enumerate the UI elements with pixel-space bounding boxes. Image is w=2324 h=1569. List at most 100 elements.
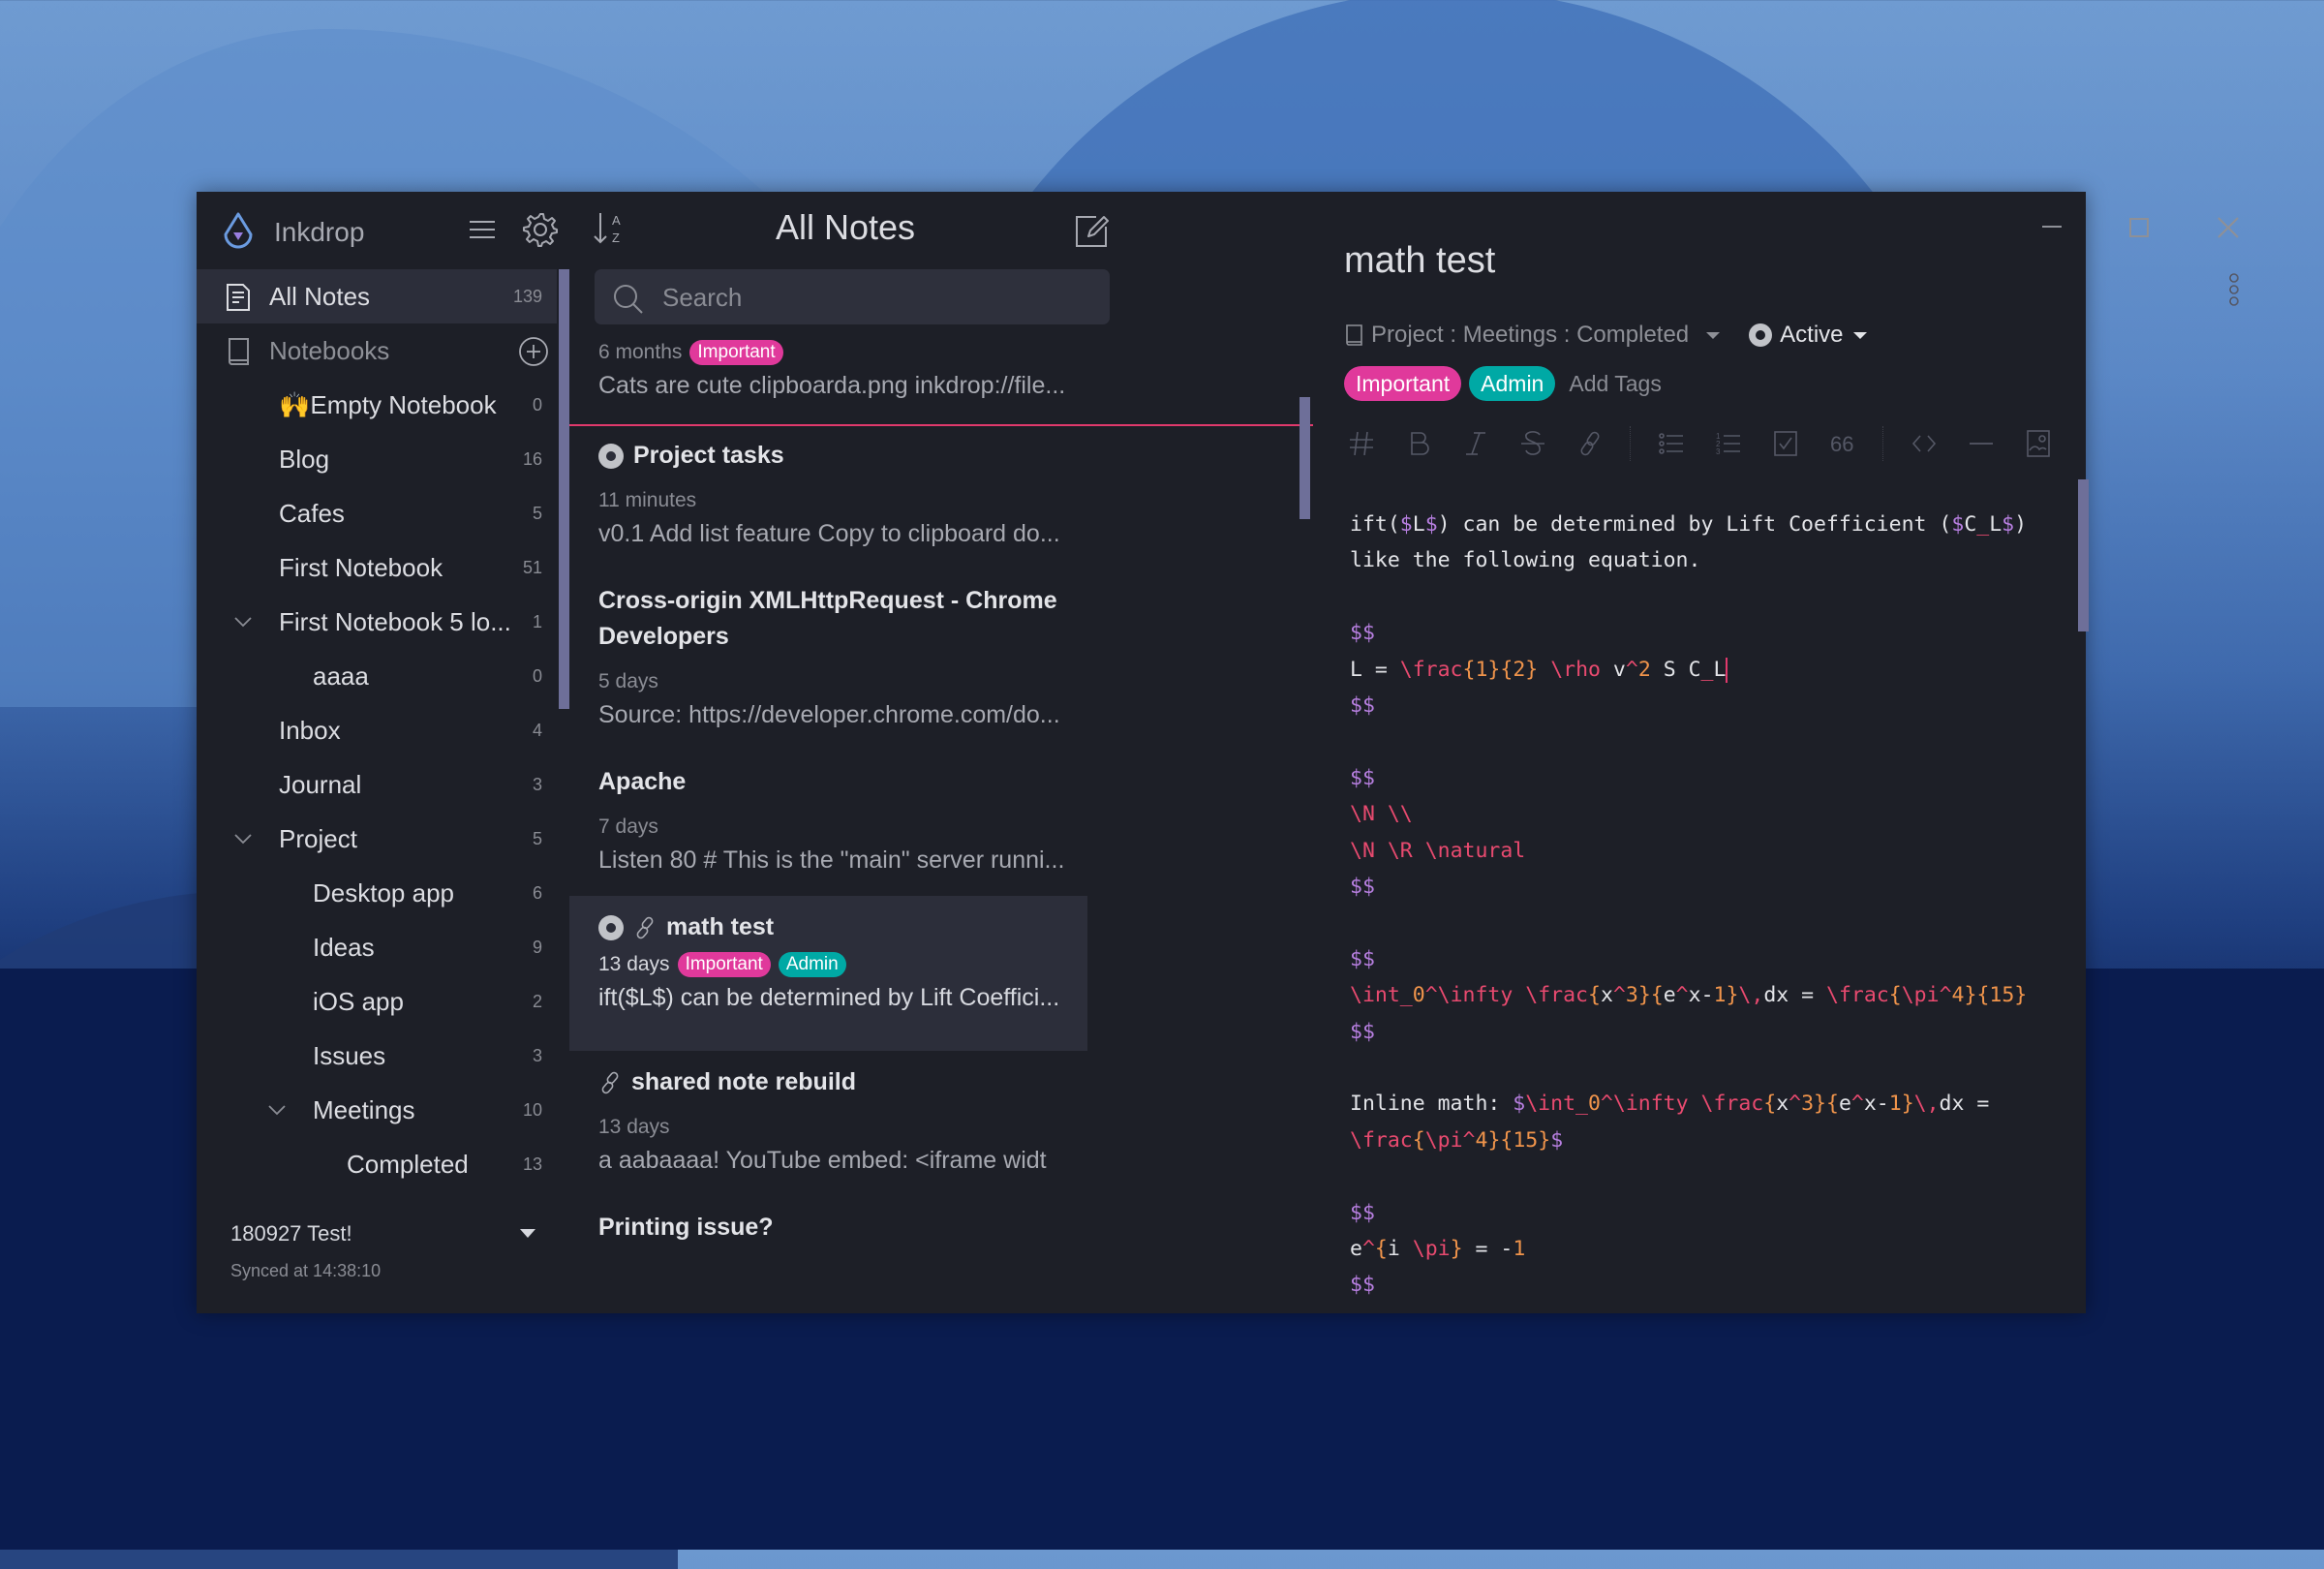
- editor-line: $$: [1350, 875, 1375, 900]
- maximize-icon[interactable]: [2125, 213, 2154, 242]
- sidebar-item-notebook[interactable]: Blog 16: [197, 432, 557, 486]
- link-button[interactable]: [1573, 426, 1607, 461]
- note-list-item[interactable]: Printing issue?: [569, 1196, 1150, 1246]
- sidebar-notebooks-header[interactable]: Notebooks: [197, 323, 557, 378]
- bold-button[interactable]: [1401, 426, 1436, 461]
- more-options-icon[interactable]: [2227, 273, 2241, 306]
- editor-line: ift($L$) can be determined by Lift Coeff…: [1350, 512, 2040, 573]
- sidebar-item-label: iOS app: [313, 986, 404, 1016]
- note-title: Project tasks: [633, 442, 784, 469]
- note-list-item[interactable]: Apache 7 days Listen 80 # This is the "mai…: [569, 751, 1150, 896]
- settings-gear-icon[interactable]: [522, 211, 559, 248]
- sidebar-item-label: Journal: [279, 769, 362, 799]
- close-icon[interactable]: [2214, 213, 2243, 242]
- sidebar-item-notebook[interactable]: Meetings 10: [197, 1083, 557, 1137]
- tag-admin[interactable]: Admin: [1469, 366, 1556, 401]
- add-tags-input[interactable]: Add Tags: [1569, 371, 1661, 397]
- chevron-down-icon: [1706, 331, 1721, 339]
- search-input[interactable]: [660, 277, 1090, 318]
- menu-icon[interactable]: [468, 215, 497, 244]
- note-title-row: Project tasks: [598, 438, 1116, 474]
- note-list-item[interactable]: shared note rebuild 13 days a aabaaaa! You…: [569, 1051, 1150, 1196]
- status-selector[interactable]: Active: [1749, 322, 1867, 349]
- sidebar-item-notebook[interactable]: First Notebook 51: [197, 540, 557, 595]
- strikethrough-button[interactable]: [1515, 426, 1550, 461]
- sidebar-item-notebook[interactable]: aaaa 0: [197, 649, 557, 703]
- sidebar-item-label: Completed: [347, 1149, 469, 1179]
- numbered-list-button[interactable]: 123: [1711, 426, 1746, 461]
- sidebar-item-notebook[interactable]: First Notebook 5 lo... 1: [197, 595, 557, 649]
- sidebar-item-notebook[interactable]: Issues 3: [197, 1029, 557, 1083]
- note-meta: 13 days Important Admin: [598, 949, 1054, 980]
- sidebar-item-notebook[interactable]: 🙌Empty Notebook 0: [197, 378, 557, 432]
- account-dropdown-icon[interactable]: [520, 1229, 535, 1238]
- chevron-down-icon[interactable]: [232, 828, 254, 849]
- sidebar-scrollbar[interactable]: [559, 269, 569, 709]
- note-title: math test: [666, 913, 775, 940]
- italic-button[interactable]: [1458, 426, 1493, 461]
- note-count: 4: [532, 720, 542, 740]
- tag-important[interactable]: Important: [1344, 366, 1462, 401]
- link-icon: [1580, 431, 1600, 456]
- note-list-item[interactable]: Cross-origin XMLHttpRequest - Chrome Dev…: [569, 569, 1150, 751]
- add-notebook-icon[interactable]: [518, 336, 549, 367]
- sidebar-item-notebook[interactable]: Ideas 9: [197, 920, 557, 974]
- note-count: 0: [532, 665, 542, 686]
- editor-scrollbar[interactable]: [2078, 479, 2089, 631]
- note-title-row: math test: [598, 909, 1054, 945]
- code-button[interactable]: [1907, 426, 1942, 461]
- editor-line: $$: [1350, 1019, 1375, 1044]
- markdown-editor[interactable]: ift($L$) can be determined by Lift Coeff…: [1350, 507, 2066, 1304]
- shared-link-icon: [636, 916, 654, 938]
- sidebar: Inkdrop All Notes 139 Notebooks 🙌Empty N…: [197, 192, 569, 1313]
- note-date: 6 months: [598, 341, 683, 363]
- blockquote-button[interactable]: 66: [1825, 426, 1860, 461]
- text-cursor: [1726, 657, 1728, 683]
- sidebar-item-notebook[interactable]: Cafes 5: [197, 486, 557, 540]
- note-date: 5 days: [598, 670, 658, 692]
- note-list-item[interactable]: Project tasks 11 minutes v0.1 Add list fea…: [569, 424, 1150, 569]
- horizontal-rule-button[interactable]: [1964, 426, 1999, 461]
- chevron-down-icon: [1852, 331, 1867, 339]
- note-preview: Cats are cute clipboarda.png inkdrop://f…: [598, 372, 1066, 399]
- note-meta: 6 months Important: [598, 337, 1116, 368]
- new-note-icon[interactable]: [1073, 211, 1112, 250]
- notebook-path: Project : Meetings : Completed: [1371, 322, 1690, 348]
- note-preview: v0.1 Add list feature Copy to clipboard …: [598, 520, 1060, 547]
- sidebar-item-notebook[interactable]: Completed 13: [197, 1137, 557, 1191]
- tag-bar: Important Admin Add Tags: [1344, 366, 1662, 401]
- note-list-item[interactable]: 6 months Important Cats are cute clipboard…: [569, 337, 1150, 424]
- task-list-button[interactable]: [1768, 426, 1803, 461]
- sidebar-item-notebook[interactable]: Journal 3: [197, 757, 557, 812]
- sidebar-item-notebook[interactable]: Inbox 4: [197, 703, 557, 757]
- heading-button[interactable]: [1344, 426, 1379, 461]
- heading-icon: [1350, 431, 1373, 456]
- note-preview: Listen 80 # This is the "main" server ru…: [598, 846, 1065, 874]
- status-label: Active: [1780, 322, 1844, 348]
- sidebar-item-notebook[interactable]: iOS app 2: [197, 974, 557, 1029]
- svg-text:66: 66: [1830, 432, 1853, 456]
- status-active-icon: [598, 443, 624, 469]
- chevron-down-icon[interactable]: [266, 1099, 288, 1121]
- notebook-tree: 🙌Empty Notebook 0 Blog 16 Cafes 5 First Notebo…: [197, 378, 557, 1191]
- search-box[interactable]: [595, 269, 1110, 324]
- note-list-item[interactable]: math test 13 days Important Admin ift($L$) c…: [569, 896, 1087, 1051]
- notebook-selector[interactable]: Project : Meetings : Completed: [1344, 322, 1721, 349]
- editor-line: $$: [1350, 1273, 1375, 1298]
- bullet-list-button[interactable]: [1654, 426, 1689, 461]
- editor-line: Inline math: $\int_0^\infty \frac{x^3}{e…: [1350, 1092, 2003, 1153]
- sidebar-item-all-notes[interactable]: All Notes 139: [197, 269, 557, 323]
- sidebar-item-notebook[interactable]: Desktop app 6: [197, 866, 557, 920]
- note-title[interactable]: math test: [1344, 240, 1495, 282]
- note-list-scrollbar[interactable]: [1300, 397, 1310, 519]
- editor-toolbar: 123 66: [1344, 426, 2078, 461]
- minimize-icon[interactable]: [2037, 213, 2066, 242]
- account-name[interactable]: 180927 Test!: [230, 1221, 352, 1246]
- sidebar-item-notebook[interactable]: Project 5: [197, 812, 557, 866]
- image-button[interactable]: [2021, 426, 2056, 461]
- chevron-down-icon[interactable]: [232, 611, 254, 632]
- inkdrop-logo-icon: [224, 212, 253, 249]
- image-icon: [2027, 430, 2050, 457]
- note-preview: Source: https://developer.chrome.com/do.…: [598, 701, 1060, 728]
